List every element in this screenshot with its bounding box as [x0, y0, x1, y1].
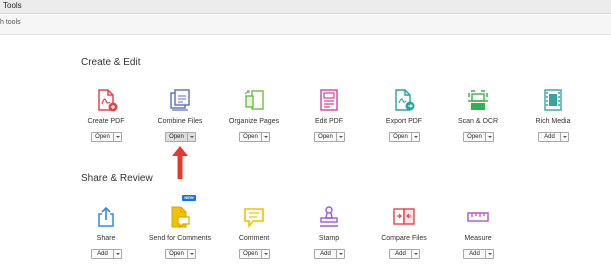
- chevron-down-icon[interactable]: [113, 250, 121, 258]
- tool-label: Export PDF: [385, 118, 423, 125]
- tool-label: Edit PDF: [314, 118, 343, 125]
- chevron-down-icon[interactable]: [485, 250, 493, 258]
- new-badge: NEW: [182, 195, 196, 201]
- tool-label: Comment: [238, 235, 270, 242]
- compare-files-icon[interactable]: [392, 205, 416, 229]
- chevron-down-icon[interactable]: [485, 133, 493, 141]
- tool-label: Stamp: [318, 235, 340, 242]
- tool-label: Combine Files: [157, 118, 203, 125]
- tool-label: Rich Media: [535, 118, 571, 125]
- search-input[interactable]: h tools: [0, 19, 21, 26]
- button-label: Add: [395, 251, 406, 257]
- scan-ocr-open-button[interactable]: Open: [463, 132, 494, 142]
- stamp-add-button[interactable]: Add: [314, 249, 345, 259]
- organize-pages-icon[interactable]: [242, 88, 266, 112]
- red-arrow-annotation-icon: [172, 146, 188, 179]
- button-label: Open: [169, 251, 184, 257]
- button-label: Add: [544, 134, 555, 140]
- chevron-down-icon[interactable]: [336, 133, 344, 141]
- tool-label: Measure: [464, 235, 492, 242]
- combine-files-open-button[interactable]: Open: [165, 132, 196, 142]
- organize-pages-open-button[interactable]: Open: [239, 132, 270, 142]
- comment-open-button[interactable]: Open: [239, 249, 270, 259]
- send-for-comments-open-button[interactable]: Open: [165, 249, 196, 259]
- chevron-down-icon[interactable]: [187, 133, 195, 141]
- section-title-share-review: Share & Review: [81, 173, 153, 184]
- rich-media-icon[interactable]: [541, 88, 565, 112]
- chevron-down-icon[interactable]: [411, 133, 419, 141]
- stamp-icon[interactable]: [317, 205, 341, 229]
- button-label: Open: [95, 134, 110, 140]
- chevron-down-icon[interactable]: [336, 250, 344, 258]
- combine-files-icon[interactable]: [168, 88, 192, 112]
- create-pdf-open-button[interactable]: Open: [91, 132, 122, 142]
- tab-tools[interactable]: Tools: [3, 1, 22, 10]
- tool-label: Create PDF: [87, 118, 125, 125]
- button-label: Open: [467, 134, 482, 140]
- rich-media-add-button[interactable]: Add: [538, 132, 569, 142]
- measure-add-button[interactable]: Add: [463, 249, 494, 259]
- export-pdf-icon[interactable]: [392, 88, 416, 112]
- send-for-comments-icon[interactable]: [168, 205, 192, 229]
- share-icon[interactable]: [94, 205, 118, 229]
- chevron-down-icon[interactable]: [560, 133, 568, 141]
- edit-pdf-open-button[interactable]: Open: [314, 132, 345, 142]
- export-pdf-open-button[interactable]: Open: [389, 132, 420, 142]
- comment-icon[interactable]: [242, 205, 266, 229]
- share-add-button[interactable]: Add: [91, 249, 122, 259]
- chevron-down-icon[interactable]: [187, 250, 195, 258]
- section-title-create-edit: Create & Edit: [81, 57, 141, 68]
- button-label: Add: [469, 251, 480, 257]
- button-label: Open: [318, 134, 333, 140]
- button-label: Add: [320, 251, 331, 257]
- chevron-down-icon[interactable]: [261, 133, 269, 141]
- measure-icon[interactable]: [466, 205, 490, 229]
- button-label: Open: [393, 134, 408, 140]
- search-bar[interactable]: h tools: [0, 15, 611, 35]
- chevron-down-icon[interactable]: [261, 250, 269, 258]
- scan-ocr-icon[interactable]: [466, 88, 490, 112]
- tool-label: Scan & OCR: [457, 118, 499, 125]
- button-label: Open: [243, 134, 258, 140]
- create-pdf-icon[interactable]: [94, 88, 118, 112]
- tool-label: Compare Files: [381, 235, 427, 242]
- edit-pdf-icon[interactable]: [317, 88, 341, 112]
- compare-files-add-button[interactable]: Add: [389, 249, 420, 259]
- tool-label: Organize Pages: [228, 118, 280, 125]
- tool-label: Share: [96, 235, 116, 242]
- button-label: Open: [169, 134, 184, 140]
- button-label: Add: [97, 251, 108, 257]
- chevron-down-icon[interactable]: [113, 133, 121, 141]
- chevron-down-icon[interactable]: [411, 250, 419, 258]
- top-tab-bar: Tools: [0, 0, 611, 14]
- button-label: Open: [243, 251, 258, 257]
- tool-label: Send for Comments: [148, 235, 212, 242]
